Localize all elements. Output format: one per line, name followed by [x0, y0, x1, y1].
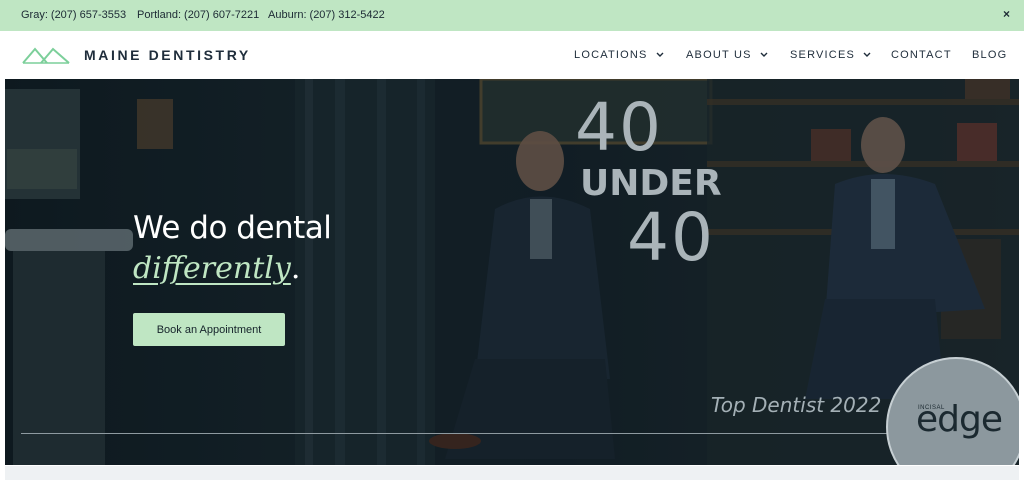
award-40-bottom: 40 — [627, 199, 715, 276]
close-icon[interactable]: × — [1003, 7, 1010, 21]
award-under: UNDER — [580, 163, 722, 204]
award-40-top: 40 — [575, 89, 663, 166]
site-header: MAINE DENTISTRY LOCATIONS ABOUT US SERVI… — [0, 31, 1024, 79]
phone-gray[interactable]: Gray: (207) 657-3553 — [21, 9, 126, 21]
nav-blog[interactable]: BLOG — [972, 49, 1007, 61]
section-divider — [5, 466, 1019, 480]
chevron-down-icon — [863, 52, 871, 57]
hero-headline-accent: differently. — [133, 251, 301, 286]
award-caption: Top Dentist 2022 — [711, 393, 882, 417]
phone-auburn[interactable]: Auburn: (207) 312-5422 — [268, 9, 385, 21]
hero-banner: We do dental differently. Book an Appoin… — [5, 79, 1019, 465]
chevron-down-icon — [656, 52, 664, 57]
contact-bar: Gray: (207) 657-3553 Portland: (207) 607-7… — [0, 0, 1024, 31]
phone-portland[interactable]: Portland: (207) 607-7221 — [137, 9, 259, 21]
nav-locations[interactable]: LOCATIONS — [574, 49, 664, 61]
logo[interactable]: MAINE DENTISTRY — [22, 45, 251, 65]
logo-text: MAINE DENTISTRY — [84, 47, 251, 63]
nav-contact[interactable]: CONTACT — [891, 49, 952, 61]
chevron-down-icon — [760, 52, 768, 57]
nav-services[interactable]: SERVICES — [790, 49, 871, 61]
mountain-logo-icon — [22, 47, 70, 64]
book-appointment-button[interactable]: Book an Appointment — [133, 313, 285, 346]
divider — [21, 433, 901, 434]
hero-headline: We do dental — [133, 210, 332, 246]
nav-about-us[interactable]: ABOUT US — [686, 49, 768, 61]
